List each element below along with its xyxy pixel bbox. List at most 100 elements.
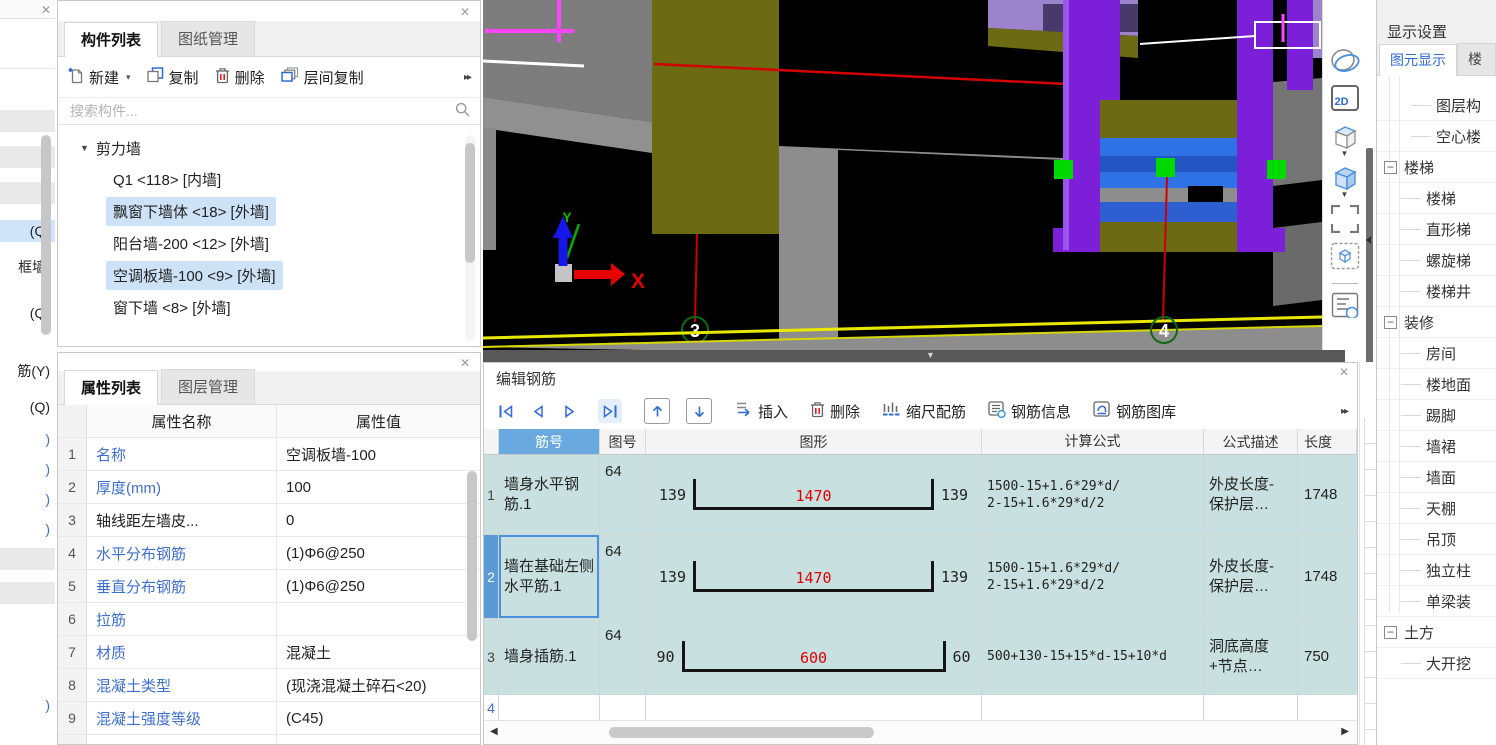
view-list-button[interactable] [1323,292,1366,318]
tree-item[interactable]: 阳台墙-200 <12> [外墙] [58,227,480,259]
display-tree-item[interactable]: 独立柱 [1377,555,1496,586]
insert-button[interactable]: 插入 [734,401,788,422]
close-icon[interactable]: ✕ [460,357,470,369]
tree-item[interactable]: 窗下墙 <8> [外墙] [58,291,480,323]
scaled-reinforcement-button[interactable]: 缩尺配筋 [882,401,966,422]
rebar-row[interactable]: 2 墙在基础左侧水平筋.1 64 139 1470 139 1500-15+1.… [484,535,1357,619]
property-row[interactable]: 7 材质 混凝土 [58,636,480,669]
collapse-icon[interactable]: − [1384,625,1397,639]
display-tree-item[interactable]: 楼梯 [1377,183,1496,214]
display-tree-group[interactable]: − 土方 [1377,617,1496,648]
move-row-up-button[interactable] [644,398,670,424]
scrollbar-thumb[interactable] [609,727,874,738]
display-tree-item[interactable]: 墙面 [1377,462,1496,493]
sidebar-item-cropped[interactable]: 筋(Y) [0,360,55,382]
horizontal-splitter[interactable]: ▼ [483,350,1345,362]
new-button[interactable]: 新建 ▾ [68,67,131,88]
next-row-button[interactable] [558,399,582,423]
tree-item[interactable]: 空调板墙-100 <9> [外墙] [58,259,480,291]
chevron-down-icon[interactable]: ▼ [1341,149,1349,158]
sidebar-item-cropped[interactable]: ) [0,518,55,540]
delete-button[interactable]: 删除 [215,67,265,88]
rebar-row[interactable]: 1 墙身水平钢筋.1 64 139 1470 139 1500-15+1.6*2… [484,455,1357,535]
sidebar-item-cropped[interactable] [0,582,55,604]
display-tree-item[interactable]: 空心楼 [1377,121,1496,152]
toolbar-overflow-button[interactable]: ▸▸ [464,72,472,83]
sidebar-item-cropped[interactable]: ) [0,458,55,480]
display-tree-item[interactable]: 天棚 [1377,493,1496,524]
scrollbar-thumb[interactable] [465,143,475,263]
property-row[interactable]: 9 混凝土强度等级 (C45) [58,702,480,735]
property-row[interactable]: 1 名称 空调板墙-100 [58,438,480,471]
copy-button[interactable]: 复制 [146,67,199,88]
tree-group-shear-wall[interactable]: ▼ 剪力墙 [58,133,480,163]
zoom-extents-button[interactable] [1323,205,1366,233]
scrollbar-thumb[interactable] [41,135,51,335]
property-row[interactable]: 3 轴线距左墙皮... 0 [58,504,480,537]
expander-icon[interactable]: ▼ [80,143,89,153]
cube-view-button[interactable] [1323,123,1366,151]
property-row[interactable]: 8 混凝土类型 (现浇混凝土碎石<20) [58,669,480,702]
display-tree-item[interactable]: 墙裙 [1377,431,1496,462]
property-row[interactable]: 4 水平分布钢筋 (1)Φ6@250 [58,537,480,570]
3d-viewport[interactable]: 3 4 Y X [482,0,1323,350]
display-tree-group[interactable]: − 装修 [1377,307,1496,338]
horizontal-scrollbar[interactable]: ◀ ▶ [484,720,1357,744]
display-tree-group[interactable]: − 楼梯 [1377,152,1496,183]
layer-copy-button[interactable]: 层间复制 [280,67,364,88]
close-icon[interactable]: ✕ [460,6,470,18]
display-tree-item[interactable]: 吊顶 [1377,524,1496,555]
sidebar-item-cropped[interactable]: ) [0,488,55,510]
collapse-icon[interactable]: − [1384,160,1397,174]
2d-view-button[interactable]: 2D [1323,85,1366,111]
display-tree-item[interactable]: 踢脚 [1377,400,1496,431]
isolate-element-button[interactable] [1323,242,1366,270]
close-icon[interactable]: ✕ [41,4,51,16]
tab-floor-display[interactable]: 楼 [1457,43,1496,75]
move-row-down-button[interactable] [686,398,712,424]
display-tree-item[interactable]: 房间 [1377,338,1496,369]
display-tree-item[interactable]: 直形梯 [1377,214,1496,245]
tab-element-display[interactable]: 图元显示 [1379,44,1457,76]
solid-cube-view-button[interactable] [1323,164,1366,192]
sidebar-item-cropped[interactable]: (Q) [0,396,55,418]
first-row-button[interactable] [494,399,518,423]
rebar-info-button[interactable]: 钢筋信息 [988,400,1071,422]
splitter-collapse-left-icon[interactable] [1366,236,1371,244]
chevron-down-icon[interactable]: ▼ [1341,190,1349,199]
tab-property-list[interactable]: 属性列表 [64,370,159,405]
delete-button[interactable]: 删除 [810,401,860,422]
sidebar-item-cropped[interactable]: ) [0,428,55,450]
previous-row-button[interactable] [526,399,550,423]
property-row[interactable]: 2 厚度(mm) 100 [58,471,480,504]
last-row-button[interactable] [598,399,622,423]
display-tree-item[interactable]: 大开挖 [1377,648,1496,679]
tab-component-list[interactable]: 构件列表 [64,22,159,57]
toolbar-overflow-button[interactable]: ▸▸ [1341,406,1349,417]
scroll-right-icon[interactable]: ▶ [1341,726,1349,737]
tab-layer-management[interactable]: 图层管理 [161,369,256,404]
rebar-row-empty[interactable]: 4 [484,695,1357,722]
property-row[interactable]: 10 混凝土外加剂 (无) [58,735,480,744]
sidebar-item-cropped[interactable] [0,110,55,132]
display-tree-item[interactable]: 图层构 [1377,90,1496,121]
scrollbar-thumb[interactable] [467,471,477,641]
display-tree-item[interactable]: 螺旋梯 [1377,245,1496,276]
splitter-collapse-icon[interactable]: ▼ [926,350,935,360]
sidebar-item-cropped[interactable] [0,548,55,570]
tab-drawing-management[interactable]: 图纸管理 [161,21,256,56]
display-tree-item[interactable]: 楼梯井 [1377,276,1496,307]
display-tree-item[interactable]: 楼地面 [1377,369,1496,400]
scroll-left-icon[interactable]: ◀ [490,726,498,737]
property-row[interactable]: 6 拉筋 [58,603,480,636]
collapse-icon[interactable]: − [1384,315,1397,329]
tree-item[interactable]: Q1 <118> [内墙] [58,163,480,195]
close-icon[interactable]: ✕ [1339,366,1349,378]
orbit-view-button[interactable] [1323,48,1366,76]
tree-item[interactable]: 飘窗下墙体 <18> [外墙] [58,195,480,227]
sidebar-item-cropped[interactable]: ) [0,694,55,716]
property-row[interactable]: 5 垂直分布钢筋 (1)Φ6@250 [58,570,480,603]
search-icon[interactable] [455,102,470,121]
rebar-library-button[interactable]: 钢筋图库 [1093,400,1176,422]
display-tree-item[interactable]: 单梁装 [1377,586,1496,617]
